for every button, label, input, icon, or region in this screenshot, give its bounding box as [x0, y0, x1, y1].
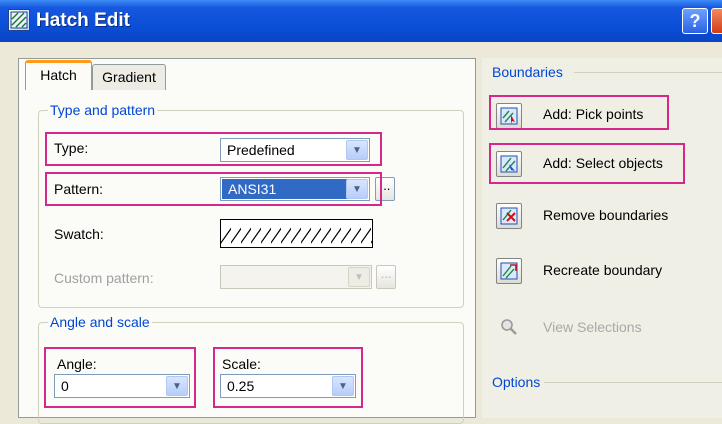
- add-pick-points-button[interactable]: [496, 103, 522, 129]
- pattern-dropdown[interactable]: ANSI31 ▼: [220, 177, 370, 201]
- angle-value: 0: [61, 378, 69, 394]
- add-select-objects-label[interactable]: Add: Select objects: [543, 155, 663, 171]
- boundaries-divider: [574, 72, 722, 73]
- type-value: Predefined: [227, 142, 295, 158]
- select-objects-icon: [500, 155, 518, 173]
- tab-hatch[interactable]: Hatch: [25, 60, 92, 90]
- recreate-boundary-icon: [500, 262, 518, 280]
- angle-and-scale-legend: Angle and scale: [50, 314, 150, 330]
- type-label: Type:: [54, 140, 89, 156]
- remove-boundaries-label[interactable]: Remove boundaries: [543, 207, 668, 223]
- pattern-value: ANSI31: [228, 181, 277, 197]
- custom-pattern-browse-button[interactable]: ...: [376, 265, 396, 289]
- type-dropdown[interactable]: Predefined ▼: [220, 138, 370, 162]
- boundaries-legend: Boundaries: [492, 64, 563, 80]
- angle-label: Angle:: [57, 356, 97, 372]
- pattern-label: Pattern:: [54, 181, 104, 197]
- remove-boundaries-icon: [500, 207, 518, 225]
- custom-pattern-label: Custom pattern:: [54, 270, 154, 286]
- tab-gradient[interactable]: Gradient: [92, 64, 166, 90]
- pattern-selection: ANSI31: [222, 179, 348, 199]
- chevron-down-icon[interactable]: ▼: [346, 179, 368, 199]
- recreate-boundary-label[interactable]: Recreate boundary: [543, 262, 662, 278]
- scale-dropdown[interactable]: 0.25 ▼: [220, 374, 356, 398]
- add-pick-points-label[interactable]: Add: Pick points: [543, 106, 643, 122]
- chevron-down-icon[interactable]: ▼: [346, 140, 368, 160]
- swatch-label: Swatch:: [54, 226, 104, 242]
- chevron-down-icon[interactable]: ▼: [348, 267, 370, 287]
- magnifier-icon: [501, 319, 517, 335]
- chevron-down-icon[interactable]: ▼: [332, 376, 354, 396]
- add-select-objects-button[interactable]: [496, 151, 522, 177]
- hatch-edit-icon: [8, 9, 30, 31]
- chevron-down-icon[interactable]: ▼: [166, 376, 188, 396]
- pattern-browse-button[interactable]: ...: [375, 177, 395, 201]
- view-selections-label: View Selections: [543, 319, 642, 335]
- swatch-preview[interactable]: [220, 219, 373, 248]
- angle-dropdown[interactable]: 0 ▼: [54, 374, 190, 398]
- recreate-boundary-button[interactable]: [496, 258, 522, 284]
- scale-value: 0.25: [227, 378, 255, 394]
- window-title: Hatch Edit: [36, 10, 130, 31]
- view-selections-button[interactable]: [496, 314, 522, 340]
- type-and-pattern-legend: Type and pattern: [50, 102, 156, 118]
- close-button[interactable]: [711, 8, 722, 34]
- remove-boundaries-button[interactable]: [496, 203, 522, 229]
- scale-label: Scale:: [222, 356, 261, 372]
- custom-pattern-dropdown[interactable]: ▼: [220, 265, 372, 289]
- pick-points-icon: [500, 107, 518, 125]
- options-divider: [544, 382, 722, 383]
- help-button[interactable]: ?: [682, 8, 708, 34]
- options-legend: Options: [492, 374, 541, 390]
